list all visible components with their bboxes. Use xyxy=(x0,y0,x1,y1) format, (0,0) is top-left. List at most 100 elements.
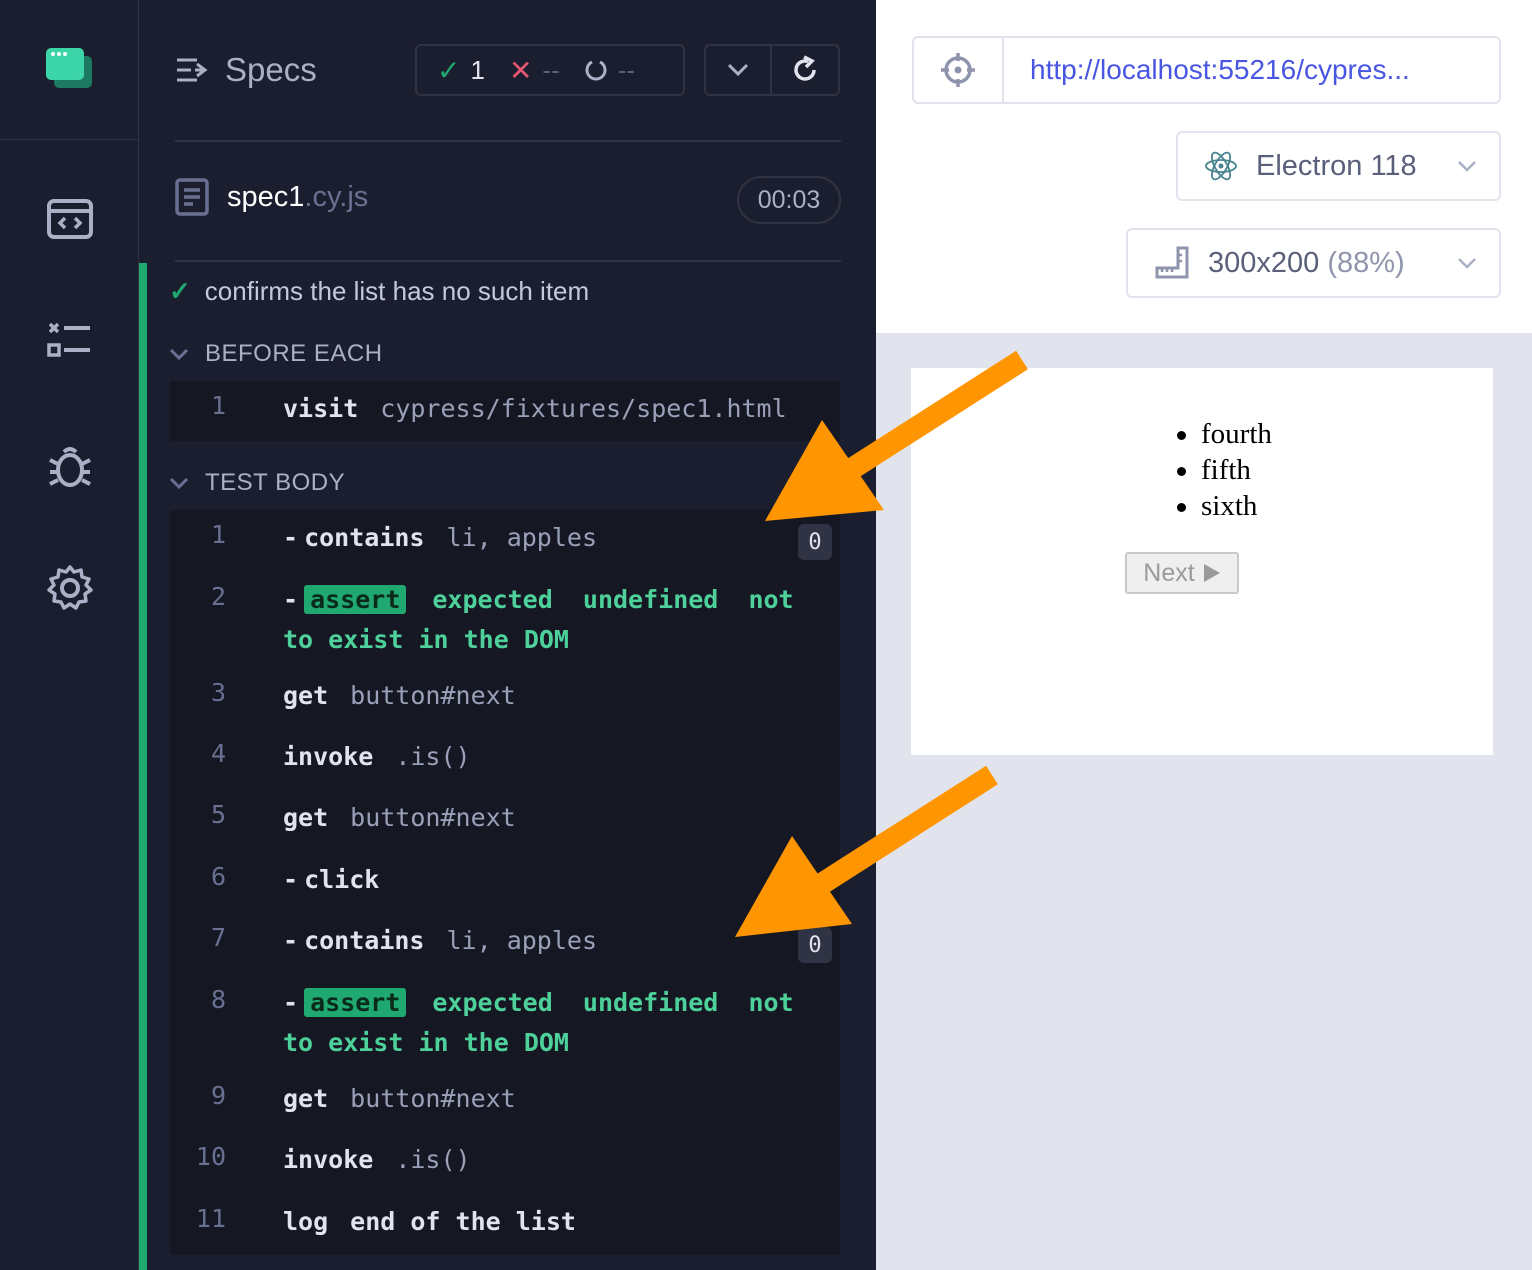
check-icon: ✓ xyxy=(169,276,191,306)
assert-tag: assert xyxy=(304,988,407,1017)
pass-state-bar xyxy=(139,263,147,1270)
collapse-button[interactable] xyxy=(704,44,772,96)
command-row[interactable]: 1 - contains li, apples 0 xyxy=(170,518,840,562)
pending-count: -- xyxy=(617,54,636,85)
command-number: 7 xyxy=(210,923,226,952)
browser-select[interactable]: Electron 118 xyxy=(1176,131,1501,201)
assert-row[interactable]: 8 - assert expected undefined not to exist … xyxy=(170,983,840,1063)
specs-title: Specs xyxy=(225,51,317,88)
settings-gear-icon[interactable] xyxy=(44,562,96,614)
viewport-select[interactable]: 300x200 (88%) xyxy=(1126,228,1501,298)
test-title[interactable]: ✓ confirms the list has no such item xyxy=(169,276,589,307)
chevron-down-icon xyxy=(727,63,749,77)
command-name: invoke xyxy=(283,742,374,771)
command-name: click xyxy=(304,865,380,894)
specs-list-icon[interactable] xyxy=(44,316,96,368)
passed-stat: ✓ 1 xyxy=(437,54,485,87)
before-each-label: BEFORE EACH xyxy=(205,340,383,367)
command-name: get xyxy=(283,681,329,710)
child-marker: - xyxy=(283,988,299,1017)
list-item: sixth xyxy=(1177,488,1272,524)
spec-file-header: spec1.cy.js xyxy=(175,178,368,216)
runs-icon[interactable] xyxy=(44,193,96,245)
child-marker: - xyxy=(283,585,299,614)
menu-expand-icon xyxy=(177,58,208,82)
test-body-header[interactable]: TEST BODY xyxy=(169,469,345,497)
aut-iframe: fourth fifth sixth Next xyxy=(911,368,1493,755)
command-number: 10 xyxy=(195,1142,226,1171)
command-args: li, apples xyxy=(446,523,597,552)
aut-container: fourth fifth sixth Next xyxy=(876,333,1532,1270)
command-number: 2 xyxy=(210,582,226,611)
command-name: invoke xyxy=(283,1145,374,1174)
command-row[interactable]: 10 invoke .is() xyxy=(170,1140,840,1184)
child-marker: - xyxy=(283,926,299,955)
command-row[interactable]: 6 - click xyxy=(170,860,840,904)
assert-message: expected undefined not xyxy=(432,585,794,614)
refresh-icon xyxy=(794,55,816,81)
assert-message-cont: to exist in the DOM xyxy=(283,1028,569,1057)
command-row[interactable]: 5 get button#next xyxy=(170,798,840,842)
command-number: 5 xyxy=(210,800,226,829)
divider xyxy=(175,140,841,142)
browser-label: Electron 118 xyxy=(1256,149,1417,182)
element-count-badge: 0 xyxy=(798,927,832,963)
assert-message-cont: to exist in the DOM xyxy=(283,625,569,654)
test-title-text: confirms the list has no such item xyxy=(204,276,590,306)
assert-tag: assert xyxy=(304,585,407,614)
divider xyxy=(175,260,841,262)
next-button[interactable]: Next xyxy=(1125,552,1239,594)
test-stats: ✓ 1 ✕ -- -- xyxy=(415,44,685,96)
command-row[interactable]: 3 get button#next xyxy=(170,676,840,720)
test-body-commands: 1 - contains li, apples 0 2 - assert expecte… xyxy=(170,510,840,1255)
command-number: 3 xyxy=(210,678,226,707)
failed-stat: ✕ -- xyxy=(509,54,560,87)
command-name: contains xyxy=(304,926,425,955)
cypress-logo xyxy=(0,0,138,140)
command-args: .is() xyxy=(395,742,471,771)
url-text[interactable]: http://localhost:55216/cypres... xyxy=(1004,38,1499,102)
selector-playground-button[interactable] xyxy=(914,38,1004,102)
command-name: get xyxy=(283,803,329,832)
child-marker: - xyxy=(283,523,299,552)
assert-message: expected undefined not xyxy=(432,988,794,1017)
reporter-panel: Specs ✓ 1 ✕ -- -- spec1.cy.js 00:03 ✓ co… xyxy=(139,0,876,1270)
chevron-down-icon xyxy=(1458,258,1476,269)
command-number: 6 xyxy=(210,862,226,891)
command-number: 1 xyxy=(210,391,226,420)
command-name: visit xyxy=(283,394,359,423)
command-number: 9 xyxy=(210,1081,226,1110)
command-row[interactable]: 4 invoke .is() xyxy=(170,737,840,781)
rerun-button[interactable] xyxy=(770,44,840,96)
viewport-scale: (88%) xyxy=(1327,246,1405,279)
test-body-label: TEST BODY xyxy=(205,469,346,496)
chevron-down-icon xyxy=(169,348,189,360)
command-number: 1 xyxy=(210,520,226,549)
failed-count: -- xyxy=(542,54,560,85)
assert-row[interactable]: 2 - assert expected undefined not to exist … xyxy=(170,580,840,660)
play-triangle-icon xyxy=(1203,564,1220,582)
side-nav xyxy=(0,0,139,1270)
item-list: fourth fifth sixth xyxy=(1177,416,1272,524)
command-name: get xyxy=(283,1084,329,1113)
passed-count: 1 xyxy=(470,54,485,85)
command-name: contains xyxy=(304,523,425,552)
list-item: fifth xyxy=(1177,452,1272,488)
before-each-hook-header[interactable]: BEFORE EACH xyxy=(169,340,383,368)
specs-toggle[interactable]: Specs xyxy=(175,44,355,96)
command-row[interactable]: 9 get button#next xyxy=(170,1079,840,1123)
log-message: end of the list xyxy=(350,1207,576,1236)
document-icon xyxy=(175,178,209,216)
command-row[interactable]: 11 log end of the list xyxy=(170,1202,840,1246)
pending-stat: -- xyxy=(584,55,635,86)
command-args: cypress/fixtures/spec1.html xyxy=(380,394,787,423)
command-args: li, apples xyxy=(446,926,597,955)
viewport-size: 300x200 xyxy=(1208,246,1320,279)
chevron-down-icon xyxy=(1458,161,1476,172)
command-row[interactable]: 7 - contains li, apples 0 xyxy=(170,921,840,965)
command-args: button#next xyxy=(350,1084,516,1113)
ruler-icon xyxy=(1155,246,1189,279)
element-count-badge: 0 xyxy=(798,524,832,560)
crosshair-icon xyxy=(941,53,975,87)
debug-bug-icon[interactable] xyxy=(44,440,96,492)
